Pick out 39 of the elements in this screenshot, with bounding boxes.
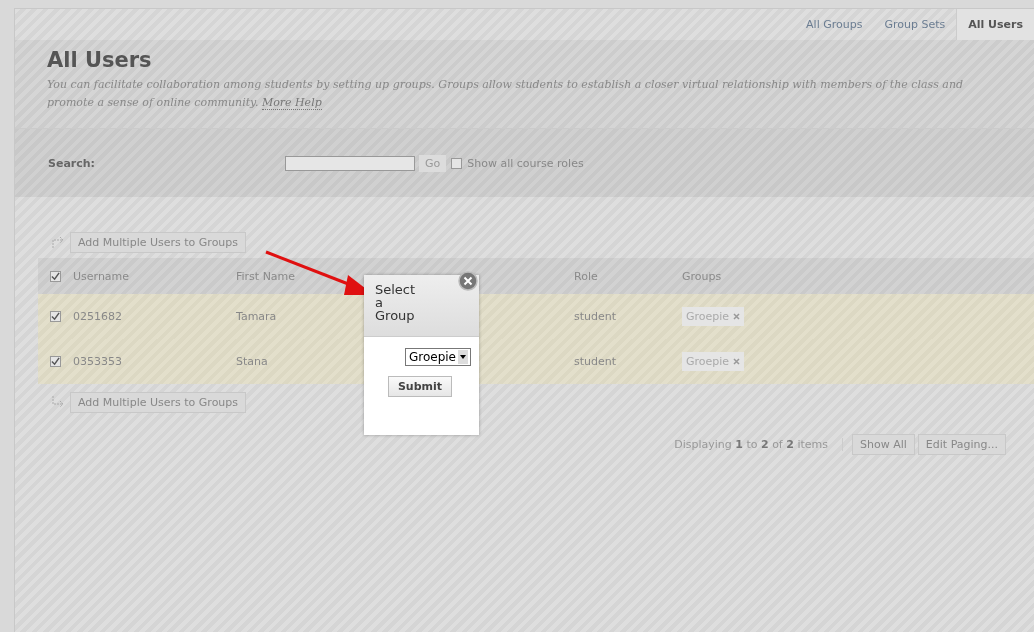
paging-summary: Displaying 1 to 2 of 2 items xyxy=(674,438,843,451)
popup-title: Select a Group xyxy=(364,275,479,337)
table-cell-text: student xyxy=(574,355,618,368)
group-name: Groepie xyxy=(686,310,730,323)
search-label: Search: xyxy=(48,156,96,170)
show-all-button[interactable]: Show All xyxy=(852,434,915,455)
nav-tab[interactable]: All Users xyxy=(956,9,1034,40)
column-header[interactable]: Username xyxy=(73,269,236,283)
remove-icon[interactable] xyxy=(733,313,741,320)
remove-icon[interactable] xyxy=(733,358,741,365)
group-name: Groepie xyxy=(686,355,730,368)
checkbox[interactable] xyxy=(451,157,463,169)
table-cell-text: 0353353 xyxy=(73,355,123,368)
table-cell-text: 0251682 xyxy=(73,310,123,323)
add-users-button[interactable]: Add Multiple Users to Groups xyxy=(70,231,247,253)
column-header[interactable]: Groups xyxy=(682,269,722,283)
table-cell-text: student xyxy=(574,310,618,323)
column-header[interactable]: Role xyxy=(574,269,682,283)
add-users-button[interactable]: Add Multiple Users to Groups xyxy=(70,391,247,413)
checkbox-label: Show all course roles xyxy=(467,156,584,170)
page-title: All Users xyxy=(47,48,153,72)
elbow-arrow-icon xyxy=(52,395,66,409)
row-checkbox[interactable] xyxy=(50,356,61,367)
page-description: You can facilitate collaboration among students by setting up groups. Groups allow students to establish a closer virtual relationship with members of the class and promote a sense of online community. More Help xyxy=(47,77,964,112)
search-field[interactable] xyxy=(285,155,415,171)
table-cell-text: Tamara xyxy=(236,310,278,323)
group-dropdown[interactable]: Groepie xyxy=(404,348,471,366)
help-link[interactable]: More Help xyxy=(261,96,322,110)
edit-paging-button[interactable]: Edit Paging... xyxy=(917,434,1006,455)
close-icon[interactable] xyxy=(458,271,478,291)
submit-button[interactable]: Submit xyxy=(387,376,452,397)
nav-tab[interactable]: Group Sets xyxy=(873,9,957,40)
table-cell-text: Stana xyxy=(236,355,269,368)
nav-tab[interactable]: All Groups xyxy=(795,9,874,40)
elbow-arrow-icon xyxy=(52,235,66,249)
row-checkbox[interactable] xyxy=(50,311,61,322)
select-all-checkbox[interactable] xyxy=(50,270,61,282)
caret-icon[interactable] xyxy=(458,350,468,364)
go-button[interactable]: Go xyxy=(419,154,447,172)
